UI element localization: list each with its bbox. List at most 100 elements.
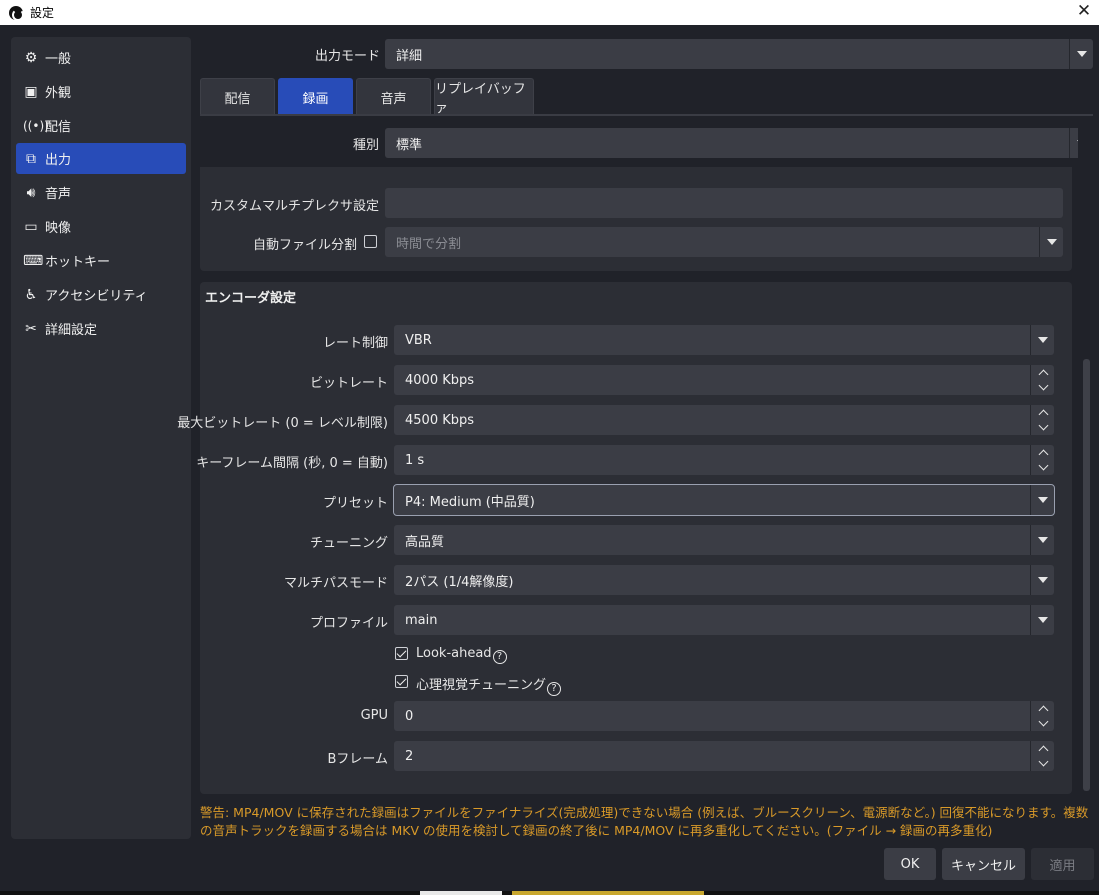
window-title: 設定 xyxy=(30,6,55,20)
tuning-select[interactable]: 高品質 xyxy=(394,525,1054,555)
lookahead-checkbox[interactable] xyxy=(395,647,408,660)
preset-select[interactable]: P4: Medium (中品質) xyxy=(393,484,1055,516)
chevron-down-icon xyxy=(1030,325,1054,355)
sidebar-item-label: 詳細設定 xyxy=(45,323,98,338)
sidebar-item-label: 一般 xyxy=(45,52,72,67)
spinner-arrows[interactable] xyxy=(1030,741,1054,771)
chevron-up-icon[interactable] xyxy=(1031,701,1055,716)
chevron-down-icon xyxy=(1030,565,1054,595)
split-mode-select[interactable]: 時間で分割 xyxy=(385,227,1063,257)
sidebar-item-general[interactable]: ⚙ 一般 xyxy=(16,42,186,73)
tab-replay-buffer[interactable]: リプレイバッファ xyxy=(434,78,534,116)
keyframe-interval-spinbox[interactable]: 1 s xyxy=(394,445,1054,475)
title-bar: 設定 ✕ xyxy=(0,0,1099,25)
output-icon: ⧉ xyxy=(26,150,36,167)
max-bitrate-spinbox[interactable]: 4500 Kbps xyxy=(394,405,1054,435)
taskbar-highlight xyxy=(420,891,502,895)
settings-sidebar: ⚙ 一般 ▣ 外観 ((•)) 配信 ⧉ 出力 🔊︎ 音声 ▭ 映像 ⌨ ホット… xyxy=(11,37,191,839)
obs-logo-icon xyxy=(9,5,24,21)
close-icon[interactable]: ✕ xyxy=(1073,0,1095,22)
chevron-down-icon[interactable] xyxy=(1031,756,1055,771)
chevron-down-icon[interactable] xyxy=(1031,460,1055,475)
tab-label: 配信 xyxy=(224,91,251,107)
broadcast-icon: ((•)) xyxy=(23,118,49,133)
chevron-up-icon[interactable] xyxy=(1031,365,1055,380)
sidebar-item-video[interactable]: ▭ 映像 xyxy=(16,211,186,242)
bframes-spinbox[interactable]: 2 xyxy=(394,741,1054,771)
spinner-arrows[interactable] xyxy=(1030,405,1054,435)
chevron-up-icon[interactable] xyxy=(1031,741,1055,756)
rate-control-label: レート制御 xyxy=(322,336,388,351)
auto-split-label: 自動ファイル分割 xyxy=(252,238,357,253)
type-select[interactable]: 標準 xyxy=(385,128,1093,158)
spinner-arrows[interactable] xyxy=(1030,701,1054,731)
profile-label: プロファイル xyxy=(309,616,388,631)
vertical-scrollbar[interactable] xyxy=(1078,116,1094,794)
spinner-arrows[interactable] xyxy=(1030,445,1054,475)
tab-label: リプレイバッファ xyxy=(435,82,526,116)
chevron-down-icon xyxy=(1030,525,1054,555)
psycho-visual-label-group: 心理視覚チューニング? xyxy=(416,674,562,696)
tab-label: 音声 xyxy=(380,91,407,107)
rate-control-select[interactable]: VBR xyxy=(394,325,1054,355)
help-icon[interactable]: ? xyxy=(492,650,507,664)
ok-button[interactable]: OK xyxy=(884,848,936,880)
bitrate-spinbox[interactable]: 4000 Kbps xyxy=(394,365,1054,395)
tab-stream[interactable]: 配信 xyxy=(200,78,275,115)
chevron-down-icon[interactable] xyxy=(1031,716,1055,731)
chevron-down-icon[interactable] xyxy=(1031,380,1055,395)
tab-divider xyxy=(200,114,1093,116)
muxer-settings-input[interactable] xyxy=(385,188,1063,218)
bframes-label: Bフレーム xyxy=(327,752,388,767)
split-mode-value: 時間で分割 xyxy=(396,236,462,252)
bitrate-label: ビットレート xyxy=(309,376,388,391)
max-bitrate-value: 4500 Kbps xyxy=(405,412,475,428)
profile-value: main xyxy=(405,612,438,628)
tab-recording[interactable]: 録画 xyxy=(278,78,353,115)
cancel-button[interactable]: キャンセル xyxy=(942,848,1025,880)
sidebar-item-output[interactable]: ⧉ 出力 xyxy=(16,143,186,174)
warning-text: 警告: MP4/MOV に保存された録画はファイルをファイナライズ(完成処理)で… xyxy=(200,805,1089,838)
bitrate-value: 4000 Kbps xyxy=(405,372,475,388)
chevron-up-icon[interactable] xyxy=(1031,445,1055,460)
output-mode-select[interactable]: 詳細 xyxy=(385,39,1093,69)
lookahead-label: Look-ahead xyxy=(416,646,492,661)
sidebar-item-label: ホットキー xyxy=(45,255,111,270)
spinner-arrows[interactable] xyxy=(1030,365,1054,395)
chevron-up-icon[interactable] xyxy=(1031,405,1055,420)
output-mode-label: 出力モード xyxy=(314,49,380,64)
scrollbar-thumb[interactable] xyxy=(1083,359,1090,791)
keyframe-interval-label: キーフレーム間隔 (秒, 0 = 自動) xyxy=(196,456,388,471)
sidebar-item-appearance[interactable]: ▣ 外観 xyxy=(16,76,186,107)
gpu-spinbox[interactable]: 0 xyxy=(394,701,1054,731)
muxer-settings-label: カスタムマルチプレクサ設定 xyxy=(209,199,379,214)
tab-audio[interactable]: 音声 xyxy=(356,78,431,115)
gear-icon: ⚙ xyxy=(24,49,38,66)
profile-select[interactable]: main xyxy=(394,605,1054,635)
keyframe-interval-value: 1 s xyxy=(405,452,425,468)
sidebar-item-label: 映像 xyxy=(45,221,72,236)
chevron-down-icon xyxy=(1069,39,1093,69)
speaker-icon: 🔊︎ xyxy=(26,184,36,201)
type-label: 種別 xyxy=(352,138,379,153)
help-icon[interactable]: ? xyxy=(547,682,562,696)
multipass-select[interactable]: 2パス (1/4解像度) xyxy=(394,565,1054,595)
sidebar-item-accessibility[interactable]: ♿︎ アクセシビリティ xyxy=(16,279,186,310)
psycho-visual-checkbox[interactable] xyxy=(395,675,408,688)
tab-label: 録画 xyxy=(302,91,329,107)
sidebar-item-hotkeys[interactable]: ⌨ ホットキー xyxy=(16,245,186,276)
rate-control-value: VBR xyxy=(405,332,432,348)
output-mode-value: 詳細 xyxy=(396,48,423,64)
chevron-down-icon xyxy=(1030,605,1054,635)
sidebar-item-stream[interactable]: ((•)) 配信 xyxy=(16,110,186,141)
sidebar-item-advanced[interactable]: ✂ 詳細設定 xyxy=(16,313,186,344)
encoder-settings-title: エンコーダ設定 xyxy=(205,291,297,306)
sidebar-item-label: 配信 xyxy=(45,120,72,135)
bframes-value: 2 xyxy=(405,748,414,764)
sidebar-item-audio[interactable]: 🔊︎ 音声 xyxy=(16,177,186,208)
taskbar-highlight xyxy=(512,891,704,895)
sidebar-item-label: 出力 xyxy=(45,153,72,168)
apply-button[interactable]: 適用 xyxy=(1031,848,1094,880)
chevron-down-icon[interactable] xyxy=(1031,420,1055,435)
auto-split-checkbox[interactable] xyxy=(364,235,377,248)
